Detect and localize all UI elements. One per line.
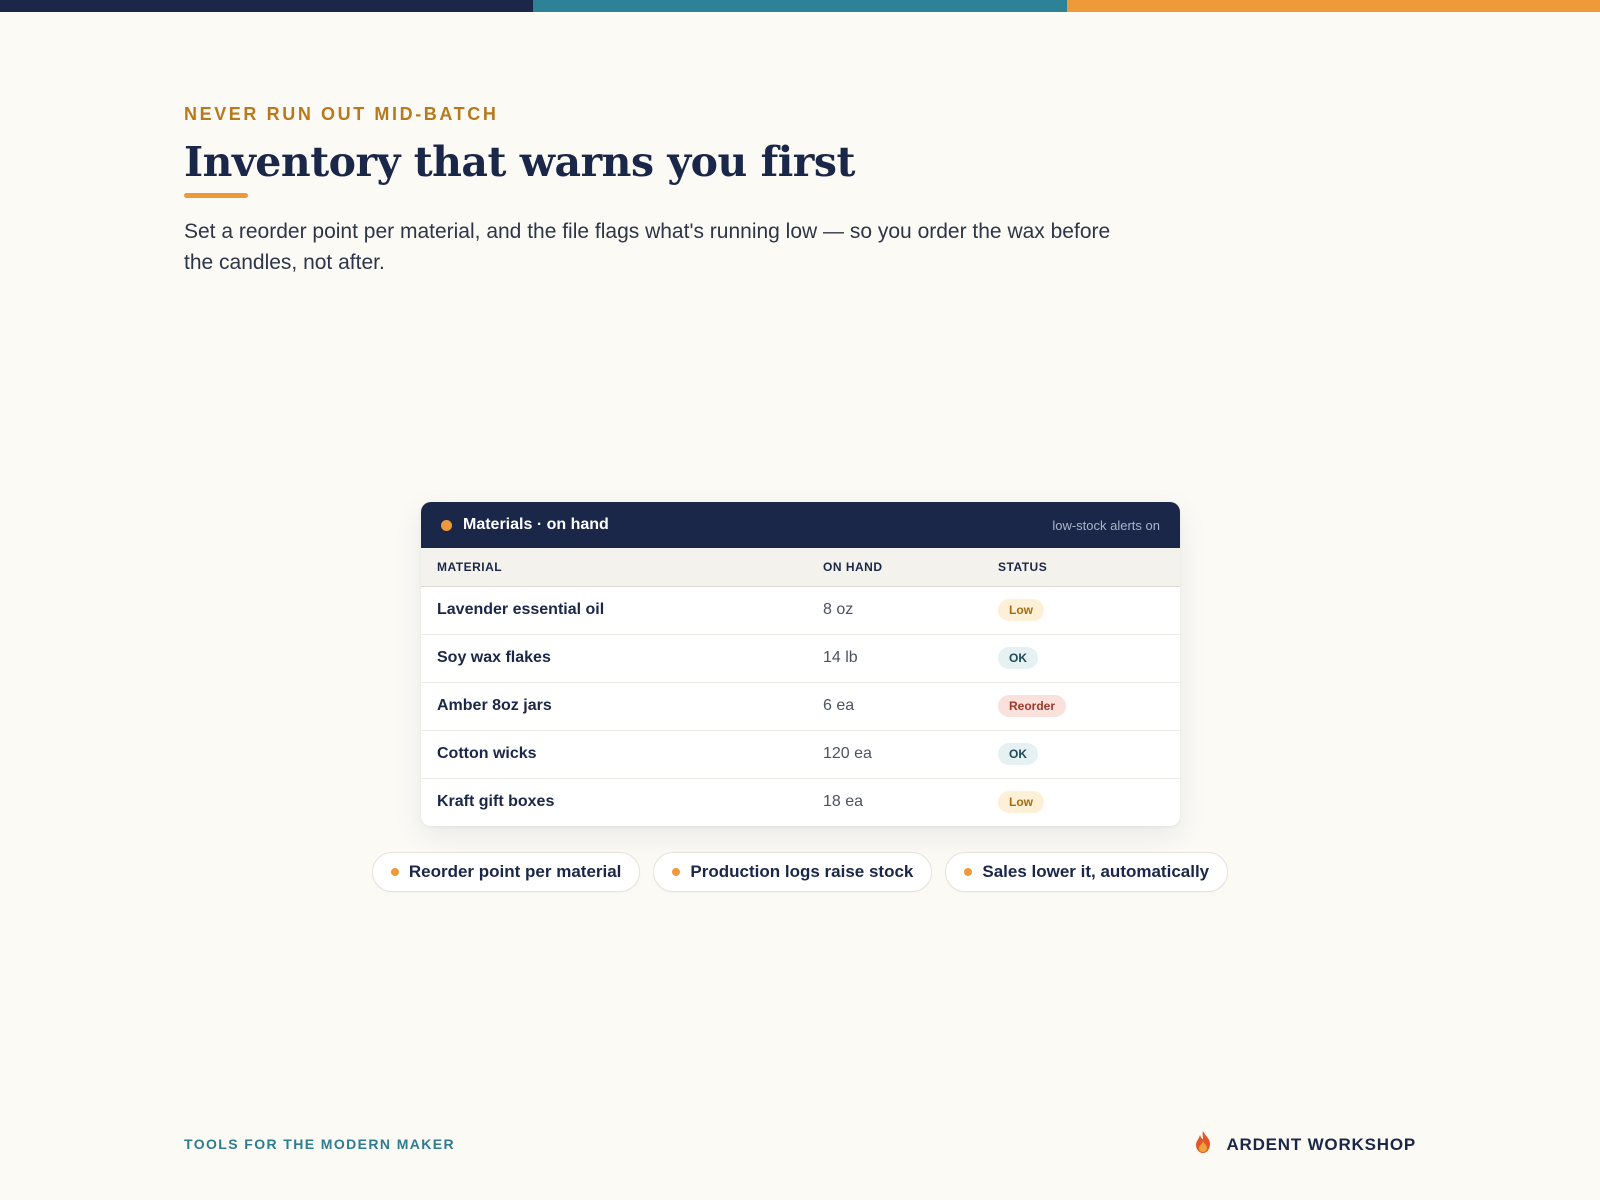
lede-paragraph: Set a reorder point per material, and th… (184, 220, 1111, 274)
feature-pill: Sales lower it, automatically (945, 852, 1229, 892)
column-header-material: MATERIAL (421, 548, 807, 587)
materials-card-header: Materials · on hand low-stock alerts on (421, 502, 1180, 548)
bullet-dot-icon (672, 868, 681, 876)
status-badge: Low (998, 599, 1044, 621)
on-hand-quantity: 6 ea (807, 682, 982, 731)
column-header-status: STATUS (982, 548, 1180, 587)
top-bar-orange-segment (1066, 0, 1600, 12)
top-accent-bar (0, 0, 1600, 12)
status-badge: OK (998, 743, 1038, 765)
feature-pill: Reorder point per material (371, 852, 641, 892)
feature-pill-label: Production logs raise stock (690, 862, 914, 881)
table-row: Kraft gift boxes 18 ea Low (421, 778, 1180, 826)
column-header-on-hand: ON HAND (807, 548, 982, 587)
feature-pills: Reorder point per material Production log… (0, 852, 1600, 892)
table-row: Lavender essential oil 8 oz Low (421, 586, 1180, 635)
on-hand-quantity: 120 ea (807, 730, 982, 779)
status-cell: OK (982, 634, 1180, 683)
material-name: Lavender essential oil (421, 586, 807, 635)
on-hand-quantity: 18 ea (823, 793, 864, 811)
status-badge: OK (998, 647, 1038, 669)
material-name: Cotton wicks (421, 730, 807, 779)
footer-brand: ARDENT WORKSHOP (1192, 1130, 1416, 1159)
brand-name: ARDENT WORKSHOP (1226, 1134, 1416, 1154)
on-hand-quantity: 8 oz (807, 586, 982, 635)
status-badge: Reorder (998, 695, 1067, 717)
bullet-dot-icon (964, 868, 973, 876)
status-cell: OK (982, 730, 1180, 779)
status-cell: Reorder (982, 682, 1180, 731)
table-row: Soy wax flakes 14 lb OK (421, 634, 1180, 683)
feature-pill-label: Reorder point per material (408, 862, 622, 881)
eyebrow: NEVER RUN OUT MID-BATCH (184, 104, 499, 124)
status-badge: Low (998, 791, 1044, 814)
hero-section: NEVER RUN OUT MID-BATCH Inventory that w… (184, 104, 1184, 278)
status-dot-icon (441, 519, 452, 531)
card-meta: low-stock alerts on (1052, 517, 1160, 533)
table-row: Amber 8oz jars 6 ea Reorder (421, 682, 1180, 731)
footer-tagline: TOOLS FOR THE MODERN MAKER (184, 1136, 456, 1152)
title-underline (184, 193, 248, 198)
status-cell: Low (982, 778, 1180, 826)
table-row: Cotton wicks 120 ea OK (421, 730, 1180, 779)
materials-table: MATERIAL ON HAND STATUS Lavender essenti… (421, 548, 1180, 826)
material-name: Soy wax flakes (421, 634, 807, 683)
feature-pill: Production logs raise stock (653, 852, 933, 892)
material-name: Amber 8oz jars (421, 682, 807, 731)
table-header-row: MATERIAL ON HAND STATUS (421, 548, 1180, 587)
card-title: Materials · on hand (463, 516, 609, 533)
materials-card: Materials · on hand low-stock alerts on … (421, 502, 1180, 826)
top-bar-teal-segment (533, 0, 1067, 12)
status-cell: Low (982, 586, 1180, 635)
material-name: Kraft gift boxes (437, 793, 555, 811)
flame-icon (1192, 1130, 1214, 1159)
feature-pill-label: Sales lower it, automatically (982, 862, 1210, 881)
top-bar-navy-segment (0, 0, 534, 12)
bullet-dot-icon (390, 868, 399, 876)
on-hand-quantity: 14 lb (807, 634, 982, 683)
page-title: Inventory that warns you first (184, 138, 855, 186)
